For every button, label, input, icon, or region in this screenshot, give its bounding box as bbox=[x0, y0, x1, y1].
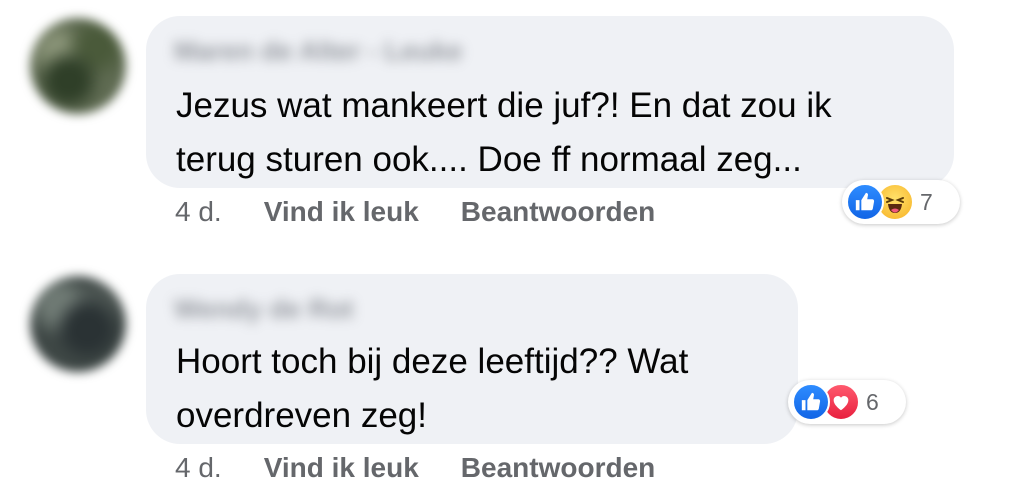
comment-text-line: terug sturen ook.... Doe ff normaal zeg.… bbox=[176, 140, 802, 179]
comment-text-line: Hoort toch bij deze leeftijd?? Wat bbox=[176, 342, 689, 381]
like-icon bbox=[792, 383, 830, 421]
comment-thread: Maren de Alter - Leuke Jezus wat mankeer… bbox=[0, 0, 1024, 500]
like-icon bbox=[846, 183, 884, 221]
comment-timestamp[interactable]: 4 d. bbox=[175, 452, 222, 484]
comment-bubble: Wendy de Rot Hoort toch bij deze leeftij… bbox=[146, 274, 798, 444]
comment-actions: 4 d. Vind ik leuk Beantwoorden bbox=[175, 196, 655, 228]
comment-timestamp[interactable]: 4 d. bbox=[175, 196, 222, 228]
like-button[interactable]: Vind ik leuk bbox=[264, 452, 419, 484]
like-button[interactable]: Vind ik leuk bbox=[264, 196, 419, 228]
reactions-summary[interactable]: 6 bbox=[788, 380, 906, 424]
avatar[interactable] bbox=[30, 276, 126, 372]
reactions-summary[interactable]: 7 bbox=[842, 180, 960, 224]
avatar[interactable] bbox=[30, 18, 126, 114]
comment-actions: 4 d. Vind ik leuk Beantwoorden bbox=[175, 452, 655, 484]
comment-text-line: Jezus wat mankeert die juf?! En dat zou … bbox=[176, 86, 832, 125]
comment-author[interactable]: Wendy de Rot bbox=[174, 294, 354, 325]
reaction-count: 6 bbox=[866, 388, 879, 415]
comment-text: Hoort toch bij deze leeftijd?? Wat overd… bbox=[176, 335, 688, 443]
reply-button[interactable]: Beantwoorden bbox=[461, 196, 655, 228]
comment-author[interactable]: Maren de Alter - Leuke bbox=[174, 36, 463, 67]
comment-text-line: overdreven zeg! bbox=[176, 396, 427, 435]
reply-button[interactable]: Beantwoorden bbox=[461, 452, 655, 484]
comment-bubble: Maren de Alter - Leuke Jezus wat mankeer… bbox=[146, 16, 954, 188]
comment-text: Jezus wat mankeert die juf?! En dat zou … bbox=[176, 79, 832, 187]
reaction-count: 7 bbox=[920, 188, 933, 215]
